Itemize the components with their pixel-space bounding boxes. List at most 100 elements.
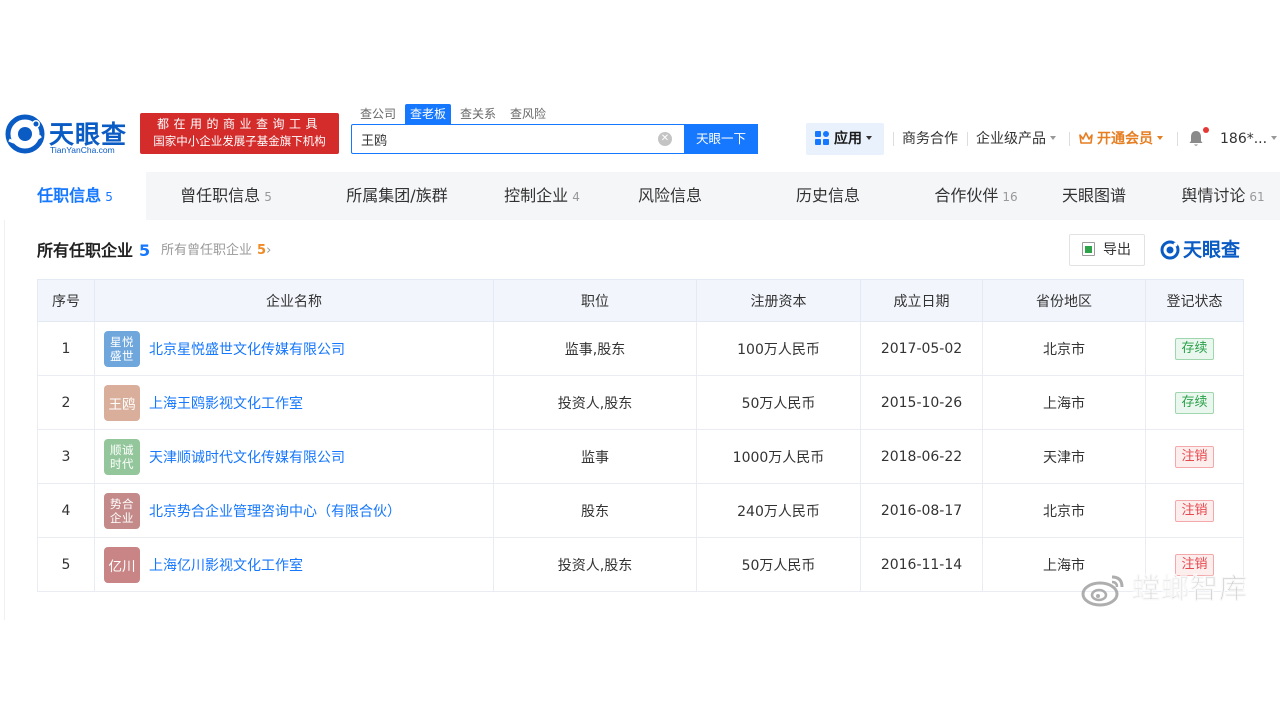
header-company-name: 企业名称: [94, 279, 494, 322]
slogan-banner: 都在用的商业查询工具 国家中小企业发展子基金旗下机构: [140, 113, 339, 154]
business-cooperation-link[interactable]: 商务合作: [902, 129, 958, 149]
top-header: 天眼查 TianYanCha.com 都在用的商业查询工具 国家中小企业发展子基…: [0, 100, 1280, 168]
search-input[interactable]: [352, 125, 652, 153]
logo-name-en: TianYanCha.com: [50, 145, 115, 155]
notification-dot: [1203, 127, 1209, 133]
chevron-down-icon: [866, 136, 872, 140]
user-account-menu[interactable]: 186*...: [1220, 129, 1278, 149]
row-capital: 50万人民币: [696, 375, 861, 430]
chevron-down-icon: [1271, 136, 1278, 140]
header-capital: 注册资本: [696, 279, 861, 322]
table-row: 2 王鸥 上海王鸥影视文化工作室 投资人,股东 50万人民币 2015-10-26…: [37, 375, 1244, 430]
row-capital: 100万人民币: [696, 321, 861, 376]
excel-icon: [1082, 242, 1095, 256]
company-logo[interactable]: 亿川: [104, 546, 140, 583]
tab-label: 所属集团/族群: [346, 186, 448, 205]
company-logo[interactable]: 王鸥: [104, 384, 140, 421]
company-name-link[interactable]: 天津顺诚时代文化传媒有限公司: [149, 447, 345, 467]
tab-label: 风险信息: [637, 186, 702, 205]
header-divider: [1069, 132, 1070, 146]
company-name-link[interactable]: 北京势合企业管理咨询中心（有限合伙）: [149, 501, 401, 521]
company-logo[interactable]: 势合 企业: [104, 492, 140, 529]
tab-label: 合作伙伴: [934, 186, 999, 205]
header-region: 省份地区: [982, 279, 1146, 322]
search-tab-risk[interactable]: 查风险: [505, 104, 551, 124]
tab-label: 控制企业: [504, 186, 569, 205]
tab-count: 4: [572, 190, 580, 204]
enterprise-products-menu[interactable]: 企业级产品: [976, 129, 1056, 149]
section-title-label: 所有任职企业: [37, 241, 134, 260]
former-companies-label: 所有曾任职企业: [161, 243, 253, 258]
company-name-link[interactable]: 上海亿川影视文化工作室: [149, 555, 303, 575]
user-label: 186*...: [1220, 131, 1268, 147]
tab-label: 舆情讨论: [1181, 186, 1246, 205]
tianyancha-logo-icon: [5, 114, 45, 154]
tab-risk-info[interactable]: 风险信息: [620, 172, 720, 220]
brand-mini-label: 天眼查: [1183, 239, 1241, 261]
table-row: 5 亿川 上海亿川影视文化工作室 投资人,股东 50万人民币 2016-11-14…: [37, 537, 1244, 592]
vip-membership-menu[interactable]: 开通会员: [1079, 129, 1163, 149]
row-region: 上海市: [982, 375, 1146, 430]
export-label: 导出: [1103, 242, 1131, 258]
company-logo[interactable]: 顺诚 时代: [104, 438, 140, 475]
tab-group[interactable]: 所属集团/族群: [322, 172, 472, 220]
app-grid-icon: [815, 131, 829, 145]
tab-former-positions[interactable]: 曾任职信息 5: [160, 172, 292, 220]
company-name-link[interactable]: 北京星悦盛世文化传媒有限公司: [149, 339, 345, 359]
tab-label: 天眼图谱: [1061, 186, 1126, 205]
crown-icon: [1079, 132, 1093, 144]
search-tab-company[interactable]: 查公司: [355, 104, 401, 124]
enterprise-products-label: 企业级产品: [976, 131, 1046, 147]
row-index: 5: [37, 537, 95, 592]
export-button[interactable]: 导出: [1069, 234, 1145, 266]
row-position: 监事,股东: [493, 321, 697, 376]
site-logo[interactable]: 天眼查 TianYanCha.com: [5, 114, 135, 156]
vip-label: 开通会员: [1097, 131, 1153, 147]
tab-count: 61: [1249, 190, 1265, 204]
tab-partners[interactable]: 合作伙伴 16: [916, 172, 1036, 220]
search-tab-boss[interactable]: 查老板: [405, 104, 452, 124]
app-menu-button[interactable]: 应用: [806, 123, 884, 155]
tab-label: 任职信息: [37, 186, 102, 205]
row-position: 监事: [493, 429, 697, 484]
company-name-link[interactable]: 上海王鸥影视文化工作室: [149, 393, 303, 413]
weibo-icon: [1081, 575, 1124, 607]
search-button[interactable]: 天眼一下: [684, 124, 758, 154]
status-badge: 注销: [1175, 499, 1214, 522]
tab-history-info[interactable]: 历史信息: [778, 172, 878, 220]
chevron-right-icon: ›: [266, 243, 272, 258]
row-index: 2: [37, 375, 95, 430]
company-logo[interactable]: 星悦 盛世: [104, 330, 140, 367]
tab-current-positions[interactable]: 任职信息 5: [4, 172, 146, 220]
clear-icon[interactable]: ✕: [658, 132, 672, 146]
row-index: 1: [37, 321, 95, 376]
tab-label: 曾任职信息: [180, 186, 261, 205]
section-count: 5: [139, 241, 151, 260]
search-tab-relation[interactable]: 查关系: [455, 104, 501, 124]
row-date: 2017-05-02: [860, 321, 983, 376]
tianyancha-logo-icon: [1160, 240, 1180, 260]
tab-count: 5: [264, 190, 272, 204]
watermark-text: 螳螂智库: [1132, 572, 1249, 606]
tab-label: 历史信息: [795, 186, 860, 205]
row-capital: 240万人民币: [696, 483, 861, 538]
row-capital: 50万人民币: [696, 537, 861, 592]
row-position: 股东: [493, 483, 697, 538]
tab-public-opinion[interactable]: 舆情讨论 61: [1166, 172, 1280, 220]
header-divider: [1177, 132, 1178, 146]
former-companies-link[interactable]: 所有曾任职企业 5›: [161, 242, 271, 260]
section-title: 所有任职企业 5: [37, 240, 150, 262]
header-divider: [967, 132, 968, 146]
status-badge: 存续: [1175, 391, 1214, 414]
table-row: 1 星悦 盛世 北京星悦盛世文化传媒有限公司 监事,股东 100万人民币 2017-…: [37, 321, 1244, 376]
row-date: 2018-06-22: [860, 429, 983, 484]
bell-icon[interactable]: [1188, 130, 1204, 147]
row-index: 4: [37, 483, 95, 538]
former-companies-count: 5: [257, 243, 267, 258]
row-index: 3: [37, 429, 95, 484]
tab-graph[interactable]: 天眼图谱: [1044, 172, 1144, 220]
tab-controlled-companies[interactable]: 控制企业 4: [482, 172, 602, 220]
content-left-border: [4, 220, 5, 620]
header-established-date: 成立日期: [860, 279, 983, 322]
slogan-line1: 都在用的商业查询工具: [156, 117, 322, 131]
